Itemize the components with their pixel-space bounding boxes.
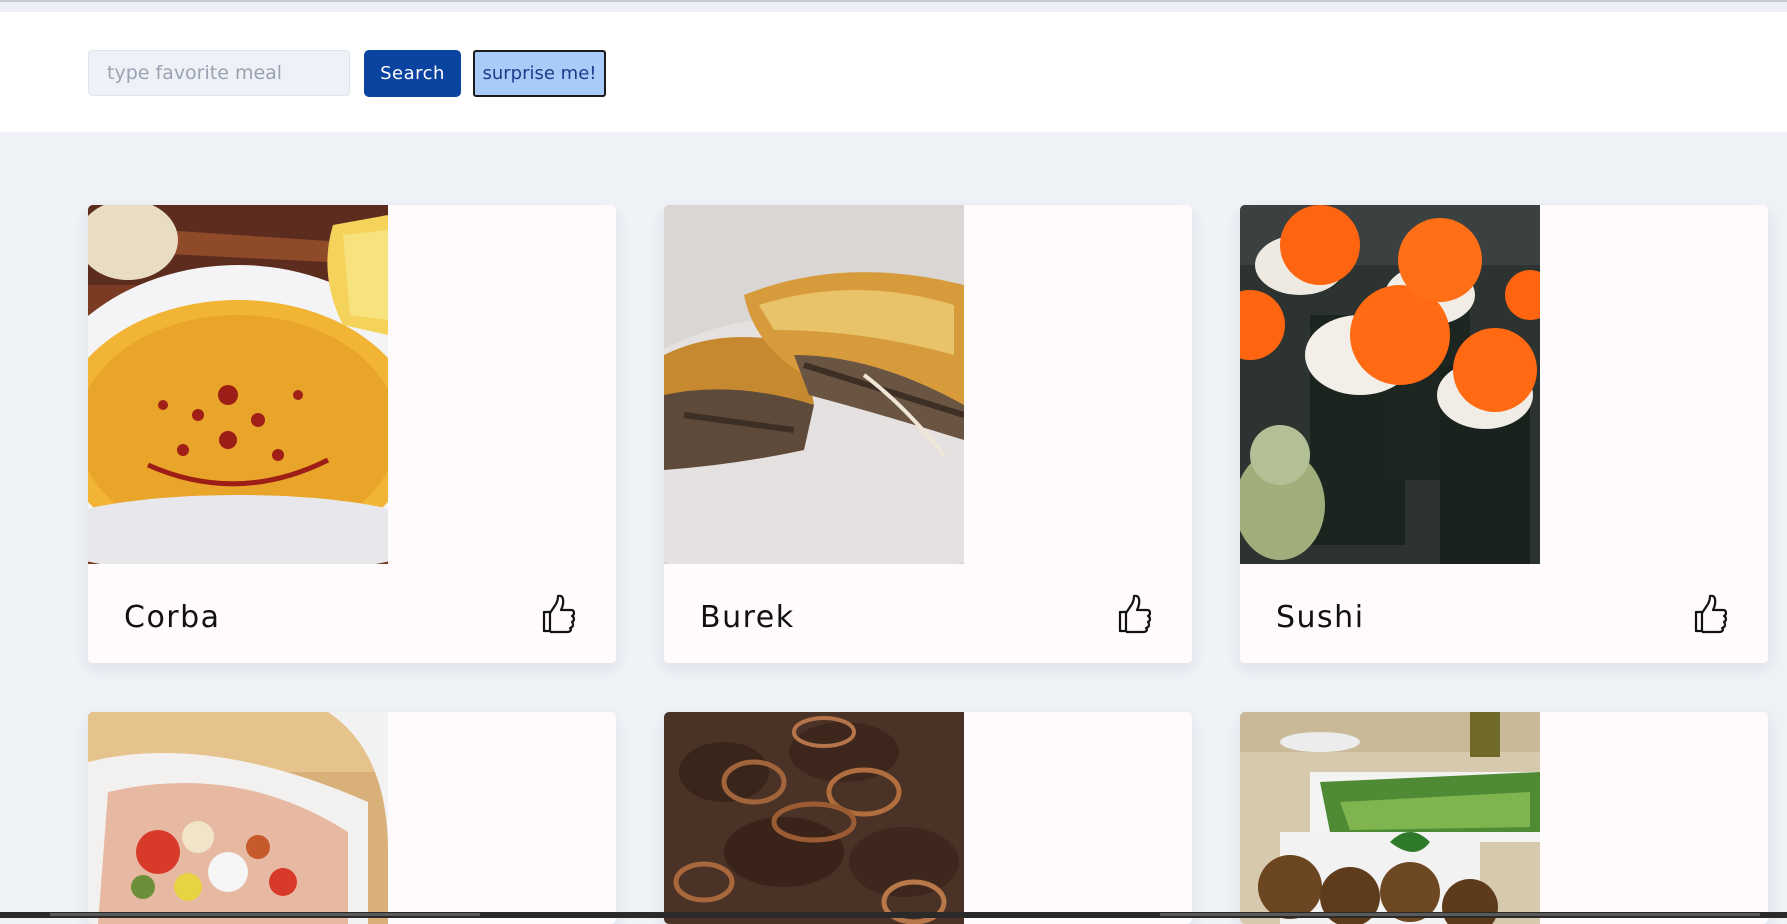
meal-card[interactable]: Corba [88,205,616,663]
thumbs-up-icon [1118,594,1152,634]
meal-image [88,712,388,924]
meal-card[interactable] [1240,712,1768,924]
burek-photo [664,205,964,564]
meal-card[interactable]: Sushi [1240,205,1768,663]
meal-image [664,205,964,564]
page-right-edge [1768,132,1787,912]
liver-onion-photo [664,712,964,924]
meal-name: Burek [700,600,795,635]
falafel-photo [1240,712,1540,924]
like-button[interactable] [1114,591,1154,637]
sushi-photo [1240,205,1540,564]
like-button[interactable] [538,591,578,637]
meal-image [1240,712,1540,924]
surprise-me-button[interactable]: surprise me! [473,50,606,97]
meal-image [88,205,388,564]
meal-name: Sushi [1276,600,1365,635]
thumbs-up-icon [1694,594,1728,634]
meal-card[interactable] [664,712,1192,924]
soup-photo [88,205,388,564]
search-input[interactable] [88,50,350,96]
meal-card[interactable] [88,712,616,924]
like-button[interactable] [1690,591,1730,637]
meal-image [1240,205,1540,564]
search-button[interactable]: Search [364,50,461,97]
thumbs-up-icon [542,594,576,634]
meal-card[interactable]: Burek [664,205,1192,663]
meal-name: Corba [124,600,221,635]
meal-image [664,712,964,924]
flatbread-photo [88,712,388,924]
top-band [0,2,1787,12]
taskbar-strip [0,912,1787,918]
